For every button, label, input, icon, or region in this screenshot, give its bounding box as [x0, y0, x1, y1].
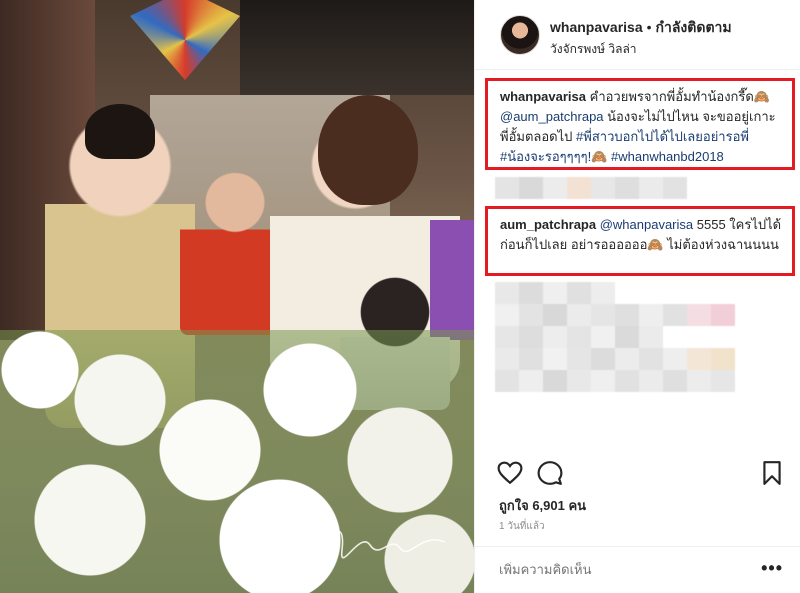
more-options-button[interactable]: ••• — [761, 559, 783, 577]
photographer-signature — [324, 530, 446, 559]
avatar[interactable] — [500, 15, 540, 55]
comment-icon[interactable] — [537, 460, 563, 486]
monkey-emoji-icon: 🙈 — [591, 149, 608, 164]
hashtag-link[interactable]: #พี่สาวบอกไปได้ไปเลยอย่ารอพี่ — [576, 129, 749, 144]
comment-username[interactable]: whanpavarisa — [500, 89, 586, 104]
comment-text: คำอวยพรจากพี่อั้มทำน้องกรี๊ด — [589, 89, 754, 104]
location-link[interactable]: วังจักรพงษ์ วิลล่า — [550, 40, 637, 59]
post-photo[interactable] — [0, 0, 474, 593]
bookmark-icon[interactable] — [759, 460, 785, 486]
post-header: whanpavarisa • กำลังติดตาม วังจักรพงษ์ วิล… — [475, 0, 800, 70]
laughing-woman-hair — [85, 104, 155, 159]
comment-mention[interactable]: @aum_patchrapa — [500, 109, 604, 124]
heart-icon[interactable] — [497, 460, 523, 486]
comment-username[interactable]: aum_patchrapa — [500, 217, 596, 232]
woman-with-microphone-hair — [318, 95, 418, 205]
pixelated-comment — [495, 282, 765, 418]
pixelated-comment — [495, 173, 705, 203]
post-timestamp[interactable]: 1 วันที่แล้ว — [499, 519, 545, 534]
star-lantern — [130, 0, 240, 80]
post-side-panel: whanpavarisa • กำลังติดตาม วังจักรพงษ์ วิล… — [474, 0, 800, 593]
action-bar — [475, 452, 800, 492]
hashtag-link[interactable]: #น้องจะรอๆๆๆๆ! — [500, 149, 591, 164]
comment-mention[interactable]: @whanpavarisa — [600, 217, 693, 232]
hashtag-link[interactable]: #whanwhanbd2018 — [611, 149, 724, 164]
comment-text: ไม่ต้องห่วงฉานนนน — [667, 237, 779, 252]
add-comment-input[interactable] — [499, 562, 739, 577]
header-separator: • — [646, 19, 652, 35]
header-name-row: whanpavarisa • กำลังติดตาม — [550, 17, 732, 39]
monkey-emoji-icon: 🙈 — [753, 89, 771, 104]
header-username[interactable]: whanpavarisa — [550, 19, 643, 35]
like-count[interactable]: ถูกใจ 6,901 คน — [499, 495, 586, 516]
comment-highlighted: aum_patchrapa @whanpavarisa 5555 ใครไปได… — [485, 206, 795, 276]
photo-window — [240, 0, 474, 95]
comments-list: whanpavarisa คำอวยพรจากพี่อั้มทำน้องกรี๊… — [475, 70, 800, 450]
add-comment-bar: ••• — [475, 546, 800, 593]
monkey-emoji-icon: 🙈 — [647, 237, 664, 252]
comment-highlighted: whanpavarisa คำอวยพรจากพี่อั้มทำน้องกรี๊… — [485, 78, 795, 170]
following-button[interactable]: กำลังติดตาม — [656, 19, 732, 35]
